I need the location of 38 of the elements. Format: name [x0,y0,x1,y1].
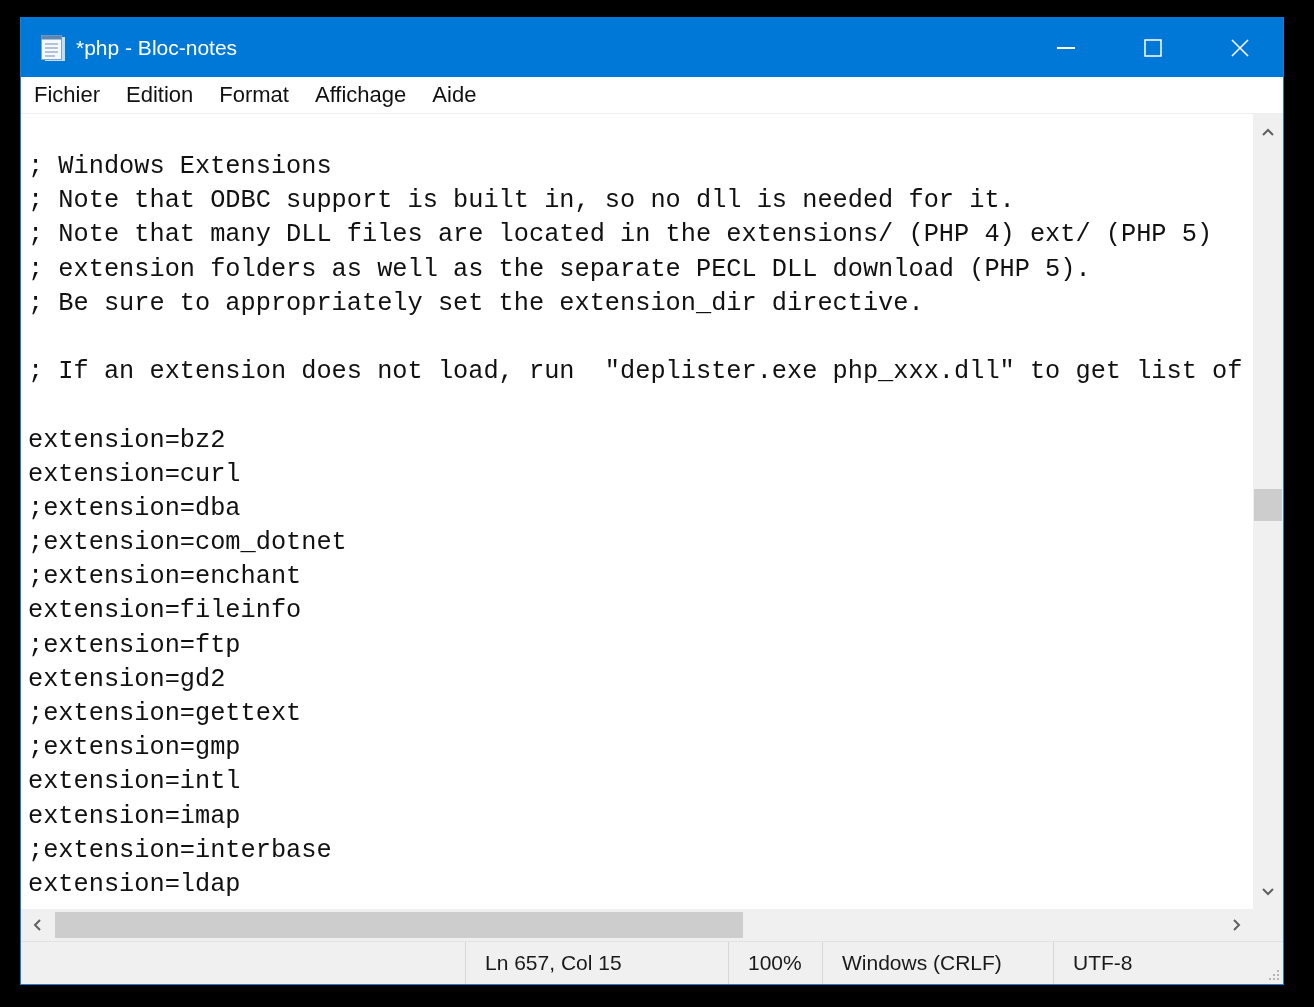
notepad-icon [40,33,66,62]
text-line: extension=fileinfo [28,595,302,628]
horizontal-scrollbar[interactable] [21,909,1253,941]
text-line: extension=gd2 [28,663,226,696]
text-line: ;extension=ftp [28,629,241,662]
scrollbar-thumb[interactable] [1254,489,1282,521]
vertical-scrollbar[interactable] [1253,114,1283,909]
text-line: ; Be sure to appropriately set the extension_dir directive. [28,287,924,320]
text-line: ;extension=interbase [28,834,332,867]
maximize-icon [1143,38,1162,57]
minimize-icon [1056,46,1075,49]
scrollbar-thumb[interactable] [55,912,743,938]
text-line: ; Windows Extensions [28,151,332,183]
cursor-position: Ln 657, Col 15 [485,951,622,975]
text-line: ;extension=com_dotnet [28,527,347,560]
zoom-level: 100% [748,951,802,975]
text-line: ;extension=gmp [28,732,241,765]
chevron-up-icon [1262,127,1274,136]
text-line: extension=curl [28,458,241,491]
close-icon [1230,38,1249,57]
text-line: ; Note that ODBC support is built in, so no dll is needed for it. [28,185,1015,218]
text-line: extension=imap [28,800,241,833]
text-line: ;extension=dba [28,492,241,525]
chevron-right-icon [1233,919,1241,931]
text-line: extension=intl [28,766,241,799]
text-line: ;extension=enchant [28,561,302,594]
text-line: ; Note that many DLL files are located in the extensions/ (PHP 4) ext/ (PHP 5) [28,219,1213,252]
text-line: ; If an extension does not load, run "deplister.exe php_xxx.dll" to get list of [28,356,1243,389]
text-line: extension=bz2 [28,424,226,457]
chevron-down-icon [1262,888,1274,896]
text-line: extension=ldap [28,868,241,901]
text-line: ; extension folders as well as the separate PECL DLL download (PHP 5). [28,253,1091,286]
size-grip-icon[interactable] [1268,969,1280,981]
line-ending: Windows (CRLF) [842,951,1002,975]
chevron-left-icon [33,919,41,931]
window-title: *php - Bloc-notes [76,35,238,60]
text-line: ;extension=gettext [28,698,302,730]
encoding: UTF-8 [1073,951,1133,975]
